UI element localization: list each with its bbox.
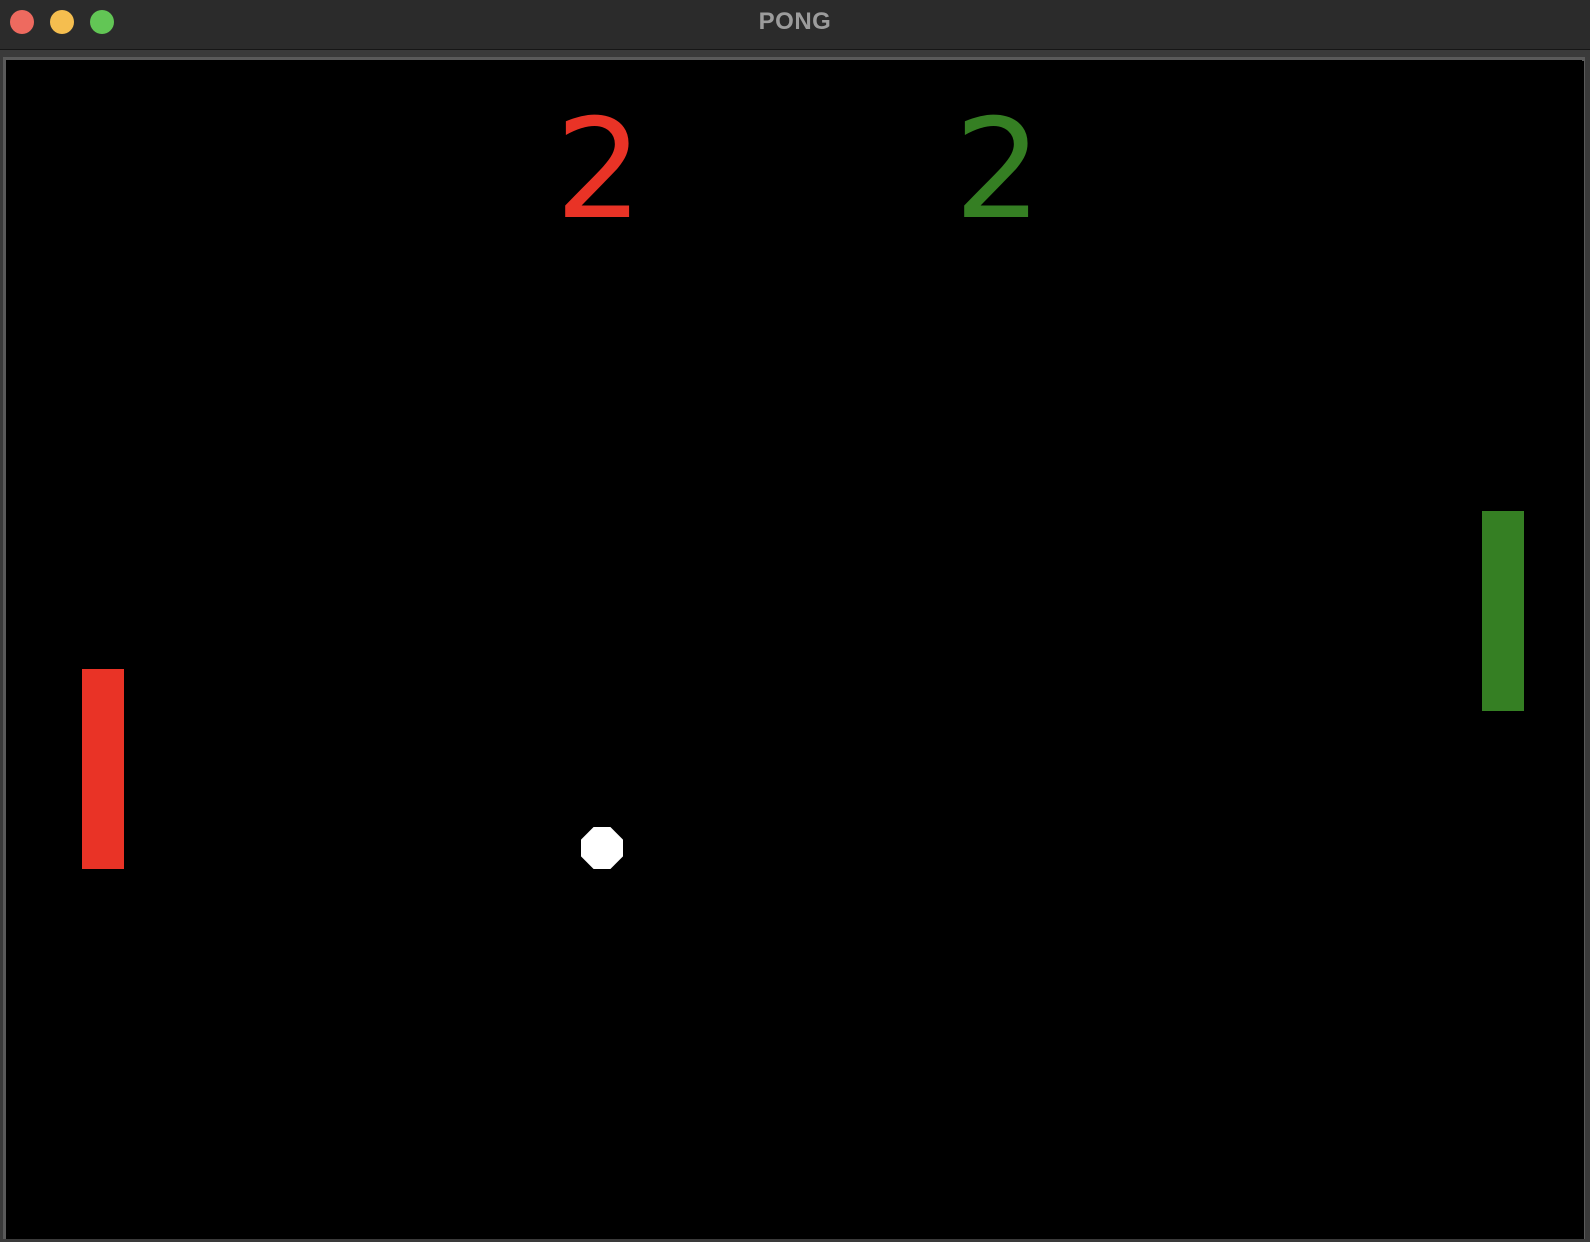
right-player-score: 2 [954,89,1042,250]
window-title: PONG [758,8,832,35]
left-player-score: 2 [555,89,643,250]
title-bar[interactable]: PONG [0,0,1590,50]
ball [581,827,623,869]
game-canvas[interactable]: 2 2 [6,61,1584,1239]
right-paddle [1482,511,1524,711]
pong-window: PONG 2 2 [0,0,1590,1242]
left-paddle [82,669,124,869]
